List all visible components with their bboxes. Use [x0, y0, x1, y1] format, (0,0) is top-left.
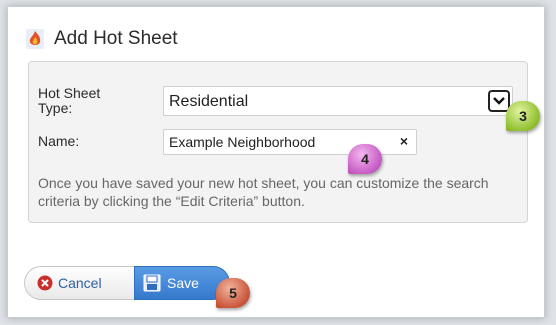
form-panel: Hot Sheet Type: Residential Name: Exampl…	[28, 61, 528, 223]
dialog-header: Add Hot Sheet	[26, 27, 178, 51]
add-hot-sheet-dialog: Add Hot Sheet Hot Sheet Type: Residentia…	[7, 6, 545, 318]
callout-marker-5: 5	[216, 278, 250, 308]
name-value: Example Neighborhood	[169, 134, 316, 150]
hot-sheet-type-label: Hot Sheet Type:	[38, 86, 100, 116]
cancel-button[interactable]: Cancel	[24, 266, 134, 300]
hot-sheet-type-select[interactable]: Residential	[163, 86, 513, 116]
callout-marker-5-label: 5	[229, 285, 237, 301]
help-text: Once you have saved your new hot sheet, …	[38, 175, 489, 209]
fire-icon	[26, 29, 44, 49]
name-label: Name:	[38, 133, 80, 149]
hot-sheet-type-value: Residential	[169, 93, 249, 110]
hot-sheet-type-label-line1: Hot Sheet	[38, 85, 101, 101]
dialog-title: Add Hot Sheet	[54, 28, 178, 49]
cancel-icon	[37, 275, 53, 291]
action-buttons: Cancel Save	[24, 266, 230, 300]
callout-marker-3: 3	[506, 101, 540, 131]
callout-marker-4-label: 4	[361, 151, 369, 167]
clear-icon[interactable]: ×	[400, 133, 408, 149]
hot-sheet-type-label-line2: Type:	[38, 100, 73, 116]
callout-marker-4: 4	[348, 144, 382, 174]
cancel-label: Cancel	[58, 275, 102, 291]
callout-marker-3-label: 3	[519, 108, 527, 124]
floppy-disk-icon	[143, 274, 161, 292]
save-label: Save	[167, 275, 199, 291]
